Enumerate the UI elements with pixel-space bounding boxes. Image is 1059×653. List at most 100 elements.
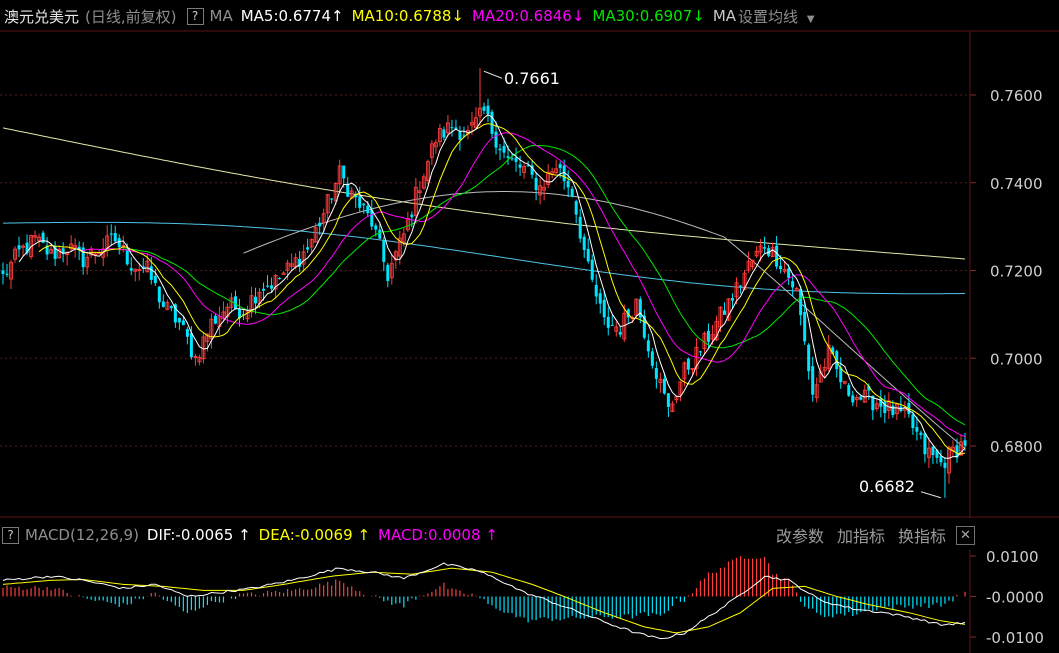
candle-body-down bbox=[189, 333, 193, 358]
candle-body-down bbox=[254, 296, 258, 304]
macd-tick-label: -0.0100 bbox=[986, 629, 1044, 647]
candle-body-down bbox=[442, 129, 446, 138]
candle-body-down bbox=[109, 233, 113, 235]
candle-body-down bbox=[739, 285, 743, 287]
macd-tick-label: -0.0000 bbox=[986, 589, 1044, 607]
candle-body-down bbox=[342, 165, 346, 179]
candlestick-chart[interactable]: 0.7600 0.7400 0.7200 0.7000 0.6800 0.7661 0.6… bbox=[0, 0, 1059, 518]
candle-body-down bbox=[494, 131, 498, 148]
candle-body-down bbox=[943, 462, 947, 468]
candle-body-down bbox=[574, 201, 578, 215]
candle-body-down bbox=[153, 275, 157, 284]
ma30-line bbox=[119, 144, 966, 426]
candle-body-down bbox=[161, 301, 165, 307]
candle-body-down bbox=[763, 247, 767, 249]
candle-body-down bbox=[358, 196, 362, 208]
macd-axis: 0.0100 -0.0000 -0.0100 bbox=[970, 550, 1044, 647]
candle-body-down bbox=[177, 317, 181, 323]
candle-body-down bbox=[346, 183, 350, 197]
candle-body-down bbox=[646, 340, 650, 352]
candle-body-down bbox=[366, 205, 370, 214]
candle-body-down bbox=[330, 198, 334, 200]
candle-body-down bbox=[698, 351, 702, 353]
candle-body-down bbox=[779, 265, 783, 270]
candle-body-down bbox=[129, 268, 133, 271]
candle-body-down bbox=[490, 111, 494, 134]
price-tick-label: 0.7600 bbox=[990, 87, 1043, 105]
candle-body-down bbox=[787, 268, 791, 278]
close-icon[interactable]: ✕ bbox=[956, 525, 975, 545]
candle-body-down bbox=[558, 164, 562, 169]
switch-indicator-button[interactable]: 换指标 bbox=[898, 523, 946, 547]
ma20-line bbox=[79, 132, 966, 438]
candle-body-down bbox=[851, 395, 855, 403]
candle-body-down bbox=[410, 214, 414, 218]
candle-body-down bbox=[939, 456, 943, 463]
candle-body-down bbox=[382, 240, 386, 262]
candle-body-down bbox=[450, 127, 454, 129]
add-indicator-button[interactable]: 加指标 bbox=[837, 523, 885, 547]
candle-body-down bbox=[5, 273, 9, 275]
price-tick-label: 0.6800 bbox=[990, 438, 1043, 456]
candle-body-down bbox=[594, 284, 598, 297]
candle-body-down bbox=[662, 378, 666, 394]
candle-body-down bbox=[807, 344, 811, 372]
price-tick-label: 0.7200 bbox=[990, 263, 1043, 281]
candle-body-down bbox=[847, 384, 851, 396]
candle-body-down bbox=[791, 281, 795, 288]
candle-body-down bbox=[514, 157, 518, 162]
price-annotations: 0.7661 0.6682 bbox=[479, 68, 946, 499]
candle-body-down bbox=[654, 367, 658, 379]
stock-chart-window: 澳元兑美元 (日线,前复权) ? MA MA5:0.6774↑ MA10:0.6… bbox=[0, 0, 1059, 653]
candle-body-down bbox=[185, 329, 189, 337]
candle-body-down bbox=[731, 298, 735, 301]
candle-body-down bbox=[306, 247, 310, 250]
change-params-button[interactable]: 改参数 bbox=[776, 523, 824, 547]
candle-body-down bbox=[518, 164, 522, 168]
candle-body-down bbox=[811, 366, 815, 395]
candle-body-down bbox=[566, 180, 570, 188]
candle-body-down bbox=[374, 225, 378, 230]
max-price-label: 0.7661 bbox=[504, 69, 560, 88]
candle-body-down bbox=[169, 306, 173, 309]
main-grid bbox=[0, 30, 1059, 518]
candle-body-down bbox=[318, 222, 322, 227]
macd-value: MACD:0.0008 ↑ bbox=[378, 526, 498, 544]
candle-body-down bbox=[262, 288, 266, 291]
candle-body-down bbox=[590, 259, 594, 280]
candle-body-down bbox=[278, 277, 282, 279]
ma5-line bbox=[18, 114, 966, 459]
candle-body-down bbox=[723, 310, 726, 315]
candle-body-down bbox=[610, 324, 614, 326]
candle-body-down bbox=[378, 229, 382, 239]
ma10-line bbox=[38, 123, 966, 455]
macd-indicator-name[interactable]: MACD(12,26,9) bbox=[25, 526, 139, 544]
candle-body-down bbox=[859, 396, 863, 400]
candle-body-down bbox=[502, 145, 506, 153]
macd-tick-label: 0.0100 bbox=[986, 550, 1039, 566]
candle-body-down bbox=[1, 270, 5, 275]
macd-histogram bbox=[2, 556, 966, 623]
candle-body-down bbox=[17, 245, 21, 250]
candle-body-down bbox=[266, 285, 270, 287]
candle-body-down bbox=[570, 188, 574, 197]
candle-body-down bbox=[117, 238, 121, 248]
candle-body-down bbox=[386, 264, 390, 282]
candle-body-down bbox=[686, 358, 690, 370]
macd-header: ? MACD(12,26,9) DIF:-0.0065 ↑ DEA:-0.006… bbox=[0, 520, 975, 550]
candle-body-down bbox=[586, 248, 590, 262]
candle-body-down bbox=[213, 315, 217, 324]
candle-body-down bbox=[598, 293, 602, 304]
max-pointer bbox=[483, 70, 503, 79]
candle-body-down bbox=[706, 330, 710, 342]
candle-body-down bbox=[486, 105, 490, 115]
candle-body-down bbox=[270, 285, 274, 289]
candle-body-down bbox=[534, 177, 538, 191]
price-tick-label: 0.7000 bbox=[990, 350, 1043, 368]
candle-body-down bbox=[362, 203, 366, 206]
candle-body-down bbox=[911, 414, 915, 429]
macd-chart[interactable]: 0.0100 -0.0000 -0.0100 bbox=[0, 550, 1059, 653]
candle-body-down bbox=[923, 433, 927, 455]
macd-help-button[interactable]: ? bbox=[2, 526, 19, 544]
candle-body-down bbox=[125, 250, 129, 265]
